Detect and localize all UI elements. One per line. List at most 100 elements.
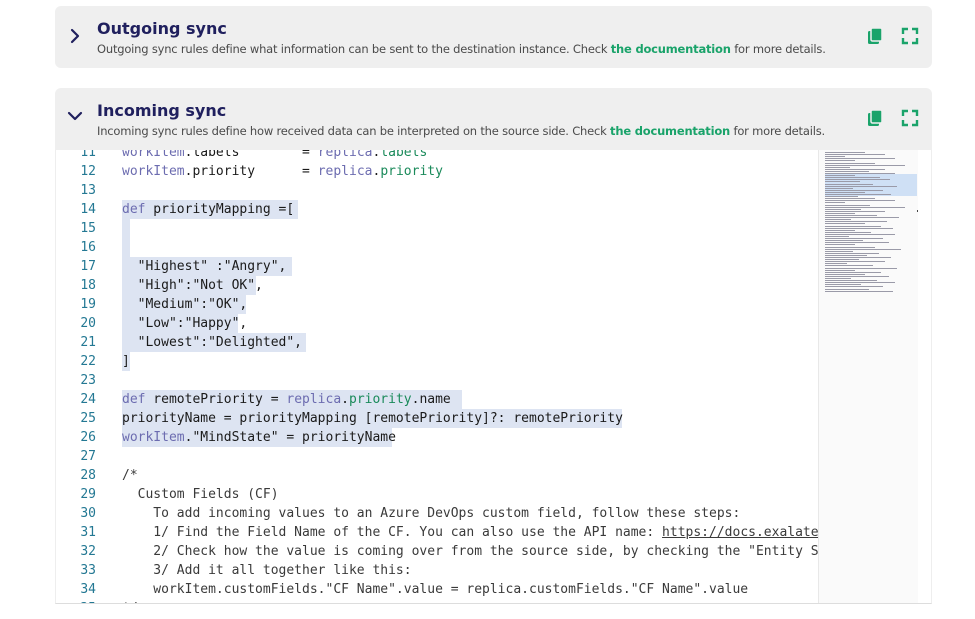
minimap-line <box>825 187 853 189</box>
line-number: 11 <box>80 150 96 160</box>
minimap-line <box>825 269 855 271</box>
minimap-line <box>825 177 880 179</box>
line-number: 34 <box>80 582 96 597</box>
code-line[interactable]: To add incoming values to an Azure DevOp… <box>122 504 740 523</box>
code-line[interactable]: "Lowest":"Delighted", <box>122 333 302 352</box>
minimap-line <box>825 282 895 284</box>
minimap-line <box>825 198 875 200</box>
copy-icon[interactable] <box>865 26 885 46</box>
outgoing-sync-title[interactable]: Outgoing sync <box>97 19 227 38</box>
code-line[interactable]: "Highest" :"Angry", <box>122 257 287 276</box>
minimap-line <box>825 181 860 183</box>
line-number: 35 <box>56 599 96 603</box>
line-number: 23 <box>80 373 96 388</box>
minimap-line <box>825 286 883 288</box>
minimap-line <box>825 273 865 275</box>
minimap-line <box>825 212 855 214</box>
minimap-line <box>825 210 885 212</box>
code-line[interactable]: priorityName = priorityMapping [remotePr… <box>122 409 623 428</box>
incoming-documentation-link[interactable]: the documentation <box>610 124 730 138</box>
minimap-line <box>825 196 858 198</box>
code-line[interactable]: */ <box>122 599 138 603</box>
outgoing-documentation-link[interactable]: the documentation <box>611 42 731 56</box>
code-line[interactable]: ] <box>122 352 130 371</box>
minimap-line <box>825 267 897 269</box>
line-number: 29 <box>80 487 96 502</box>
minimap-line <box>825 236 849 237</box>
minimap-line <box>825 225 881 227</box>
minimap-line <box>825 238 883 240</box>
minimap-line <box>825 166 850 168</box>
minimap-line <box>825 204 870 206</box>
minimap-line <box>825 254 867 256</box>
code-line[interactable]: /* <box>122 466 138 485</box>
code-line[interactable]: workItem.priority = replica.priority <box>122 162 443 181</box>
line-number: 30 <box>80 506 96 521</box>
minimap[interactable] <box>818 150 931 603</box>
code-line[interactable]: workItem.customFields."CF Name".value = … <box>122 580 748 599</box>
line-number: 25 <box>80 411 96 426</box>
expand-icon[interactable] <box>900 26 920 46</box>
line-number: 22 <box>80 354 96 369</box>
minimap-line <box>825 248 901 250</box>
minimap-line <box>825 194 891 195</box>
line-number: 20 <box>80 316 96 331</box>
code-area[interactable]: workItem.labels = replica.labels workItem… <box>122 150 818 603</box>
outgoing-desc-text: Outgoing sync rules define what informat… <box>97 42 611 56</box>
minimap-line <box>825 252 879 254</box>
incoming-sync-title[interactable]: Incoming sync <box>97 101 226 120</box>
minimap-line <box>825 288 869 290</box>
chevron-down-icon[interactable] <box>67 108 83 124</box>
code-line[interactable]: 3/ Add it all together like this: <box>122 561 411 580</box>
code-line[interactable]: workItem.labels = replica.labels <box>122 150 427 162</box>
code-line[interactable]: workItem."MindState" = priorityName <box>122 428 396 447</box>
minimap-line <box>825 191 865 193</box>
minimap-line <box>825 233 895 235</box>
minimap-line <box>825 173 895 174</box>
minimap-line <box>825 263 847 265</box>
minimap-line <box>825 242 889 244</box>
minimap-line <box>825 257 891 258</box>
code-line[interactable]: Custom Fields (CF) <box>122 485 279 504</box>
minimap-line <box>825 202 845 204</box>
minimap-line <box>825 223 865 225</box>
outgoing-sync-description: Outgoing sync rules define what informat… <box>97 42 826 56</box>
minimap-line <box>825 189 883 191</box>
expand-icon[interactable] <box>900 108 920 128</box>
minimap-line <box>825 217 899 219</box>
minimap-line <box>825 231 871 233</box>
code-line[interactable]: 1/ Find the Field Name of the CF. You ca… <box>122 523 818 542</box>
line-number: 31 <box>80 525 96 540</box>
minimap-line <box>825 208 861 210</box>
minimap-line <box>825 183 873 185</box>
outgoing-desc-tail: for more details. <box>730 42 826 56</box>
code-line[interactable]: 2/ Check how the value is coming over fr… <box>122 542 818 561</box>
code-line[interactable]: "Medium":"OK", <box>122 295 248 314</box>
line-number: 12 <box>80 164 96 179</box>
code-line[interactable]: "Low":"Happy", <box>122 314 248 333</box>
minimap-line <box>825 227 893 229</box>
chevron-right-icon[interactable] <box>67 28 83 44</box>
incoming-sync-panel: Incoming sync Incoming sync rules define… <box>55 88 932 150</box>
minimap-line <box>825 175 855 177</box>
code-editor[interactable]: 11 12 13 14 15 16 17 18 19 20 21 22 23 24 25 26 27 28 29 30… <box>55 150 932 604</box>
minimap-line <box>825 240 863 242</box>
line-number: 27 <box>80 449 96 464</box>
minimap-line <box>825 170 869 172</box>
line-number: 24 <box>80 392 96 407</box>
minimap-line <box>825 284 861 286</box>
outgoing-sync-panel: Outgoing sync Outgoing sync rules define… <box>55 6 932 68</box>
minimap-line <box>825 152 865 153</box>
minimap-line <box>825 250 853 252</box>
minimap-line <box>825 280 877 282</box>
code-line[interactable]: def priorityMapping =[ <box>122 200 294 219</box>
line-number-gutter: 11 12 13 14 15 16 17 18 19 20 21 22 23 24 25 26 27 28 29 30… <box>56 150 98 603</box>
minimap-line <box>825 290 893 292</box>
minimap-line <box>825 162 875 164</box>
code-line[interactable]: def remotePriority = replica.priority.na… <box>122 390 451 409</box>
vertical-scrollbar[interactable] <box>918 150 931 603</box>
selection-highlight <box>122 238 130 257</box>
code-line[interactable]: "High":"Not OK", <box>122 276 263 295</box>
minimap-line <box>825 158 895 160</box>
copy-icon[interactable] <box>865 108 885 128</box>
